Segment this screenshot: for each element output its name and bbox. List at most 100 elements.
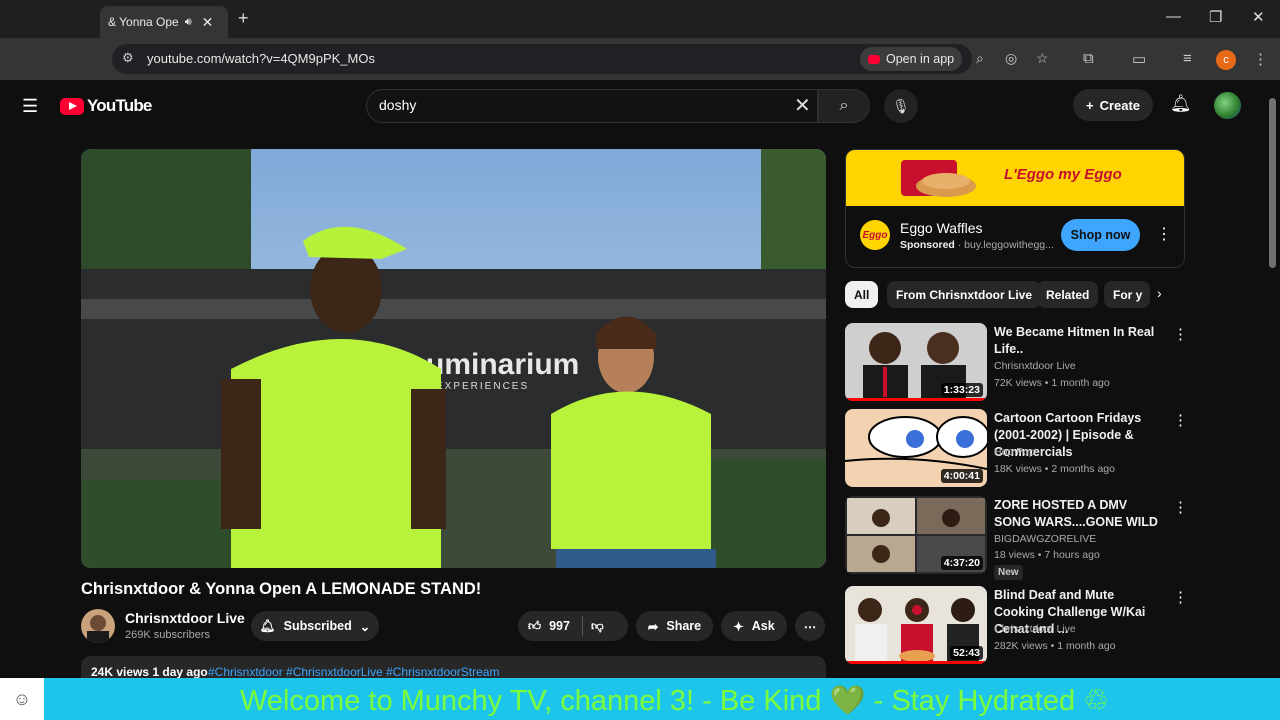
browser-profile-avatar[interactable]: c	[1216, 50, 1236, 70]
browser-tab-bar: & Yonna Ope 🔊︎ ✕ + — ❐ ✕	[0, 0, 1280, 38]
microphone-icon: 🎙︎	[892, 97, 910, 114]
dislike-button[interactable]: 👎︎	[591, 619, 604, 634]
rec-channel[interactable]: Chrisnxtdoor Live	[994, 623, 1076, 635]
share-label: Share	[666, 619, 702, 633]
new-tab-icon[interactable]: +	[238, 8, 249, 29]
thumbs-down-icon: 👎︎	[590, 618, 604, 633]
new-badge: New	[994, 565, 1023, 580]
video-thumbnail[interactable]: 52:43	[845, 586, 987, 664]
youtube-play-icon	[60, 97, 84, 115]
eye-off-icon[interactable]: ◎	[1005, 50, 1017, 67]
duration: 1:33:23	[940, 383, 983, 397]
list-item[interactable]: 4:00:41 Cartoon Cartoon Fridays (2001-20…	[845, 409, 1188, 487]
clear-search-icon[interactable]: ✕	[794, 93, 811, 118]
hydration-icon: ♲	[1083, 685, 1110, 717]
scrollbar-thumb[interactable]	[1269, 98, 1276, 268]
voice-search-button[interactable]: 🎙︎	[884, 89, 918, 123]
chip-related[interactable]: Related	[1037, 281, 1099, 308]
channel-name[interactable]: Chrisnxtdoor Live	[125, 610, 245, 626]
video-thumbnail[interactable]: 1:33:23	[845, 323, 987, 401]
youtube-header: ☰ YouTube ✕ ⌕ 🎙︎ + Create 🔔︎	[0, 80, 1264, 132]
speaker-icon[interactable]: 🔊︎	[185, 16, 192, 29]
share-button[interactable]: ➦ Share	[636, 611, 713, 641]
browser-tab[interactable]: & Yonna Ope 🔊︎ ✕	[100, 6, 228, 38]
watch-progress	[845, 398, 987, 401]
site-info-icon[interactable]: ⚙	[122, 50, 134, 66]
youtube-logo[interactable]: YouTube	[60, 96, 152, 116]
window-close-icon[interactable]: ✕	[1252, 8, 1265, 26]
channel-logo-icon: ☺	[0, 678, 44, 720]
building-sign-sub: EXPERIENCES	[436, 381, 529, 392]
rec-title[interactable]: ZORE HOSTED A DMV SONG WARS....GONE WILD	[994, 497, 1162, 531]
rec-channel[interactable]: Hop Pop	[994, 446, 1035, 458]
notifications-bell-icon[interactable]: 🔔︎	[1170, 94, 1192, 114]
video-thumbnail[interactable]: 4:00:41	[845, 409, 987, 487]
chevron-down-icon: ⌄	[359, 619, 371, 634]
more-vertical-icon[interactable]: ⋮	[1156, 224, 1172, 244]
chevron-right-icon[interactable]: ›	[1157, 285, 1162, 301]
ad-banner[interactable]: L'Eggo my Eggo	[846, 150, 1184, 206]
advertiser-name[interactable]: Eggo Waffles	[900, 220, 983, 236]
list-item[interactable]: 1:33:23 We Became Hitmen In Real Life.. …	[845, 323, 1188, 401]
rec-channel[interactable]: Chrisnxtdoor Live	[994, 360, 1076, 372]
more-vertical-icon[interactable]: ⋮	[1173, 498, 1188, 516]
video-thumbnail[interactable]: 4:37:20	[845, 496, 987, 574]
sponsored-label: Sponsored	[900, 239, 955, 251]
duration: 52:43	[950, 646, 983, 660]
search-input[interactable]	[379, 97, 779, 113]
zoom-icon[interactable]: ⌕	[976, 50, 984, 67]
chip-for-you[interactable]: For y	[1104, 281, 1150, 308]
rec-meta: 282K views • 1 month ago	[994, 640, 1116, 652]
ticker-text: Welcome to Munchy TV, channel 3! - Be Ki…	[240, 683, 1109, 718]
list-item[interactable]: 4:37:20 ZORE HOSTED A DMV SONG WARS....G…	[845, 496, 1188, 580]
search-box[interactable]	[366, 89, 818, 123]
ticker-message: Welcome to Munchy TV, channel 3! - Be Ki…	[240, 685, 1084, 717]
channel-avatar[interactable]	[81, 609, 115, 643]
ask-button[interactable]: ✦ Ask	[721, 611, 787, 641]
create-label: Create	[1099, 97, 1141, 113]
ask-label: Ask	[751, 619, 775, 633]
account-avatar[interactable]	[1214, 92, 1241, 119]
rec-channel[interactable]: BIGDAWGZORELIVE	[994, 533, 1096, 545]
bookmark-star-icon[interactable]: ☆	[1036, 50, 1049, 67]
list-item[interactable]: 52:43 Blind Deaf and Mute Cooking Challe…	[845, 586, 1188, 664]
close-tab-icon[interactable]: ✕	[202, 14, 214, 31]
minimize-icon[interactable]: —	[1166, 8, 1181, 25]
subscribed-button[interactable]: 🔔︎ Subscribed ⌄	[251, 611, 379, 641]
more-actions-button[interactable]: ⋯	[795, 611, 825, 641]
like-count: 997	[549, 619, 570, 633]
share-icon: ➦	[647, 619, 659, 634]
more-vertical-icon[interactable]: ⋮	[1173, 411, 1188, 429]
cast-icon[interactable]: ▭	[1132, 50, 1146, 68]
chip-from-channel[interactable]: From Chrisnxtdoor Live	[887, 281, 1042, 308]
building-sign: uminarium	[426, 348, 579, 381]
chip-all[interactable]: All	[845, 281, 879, 308]
views-and-date: 24K views 1 day ago	[91, 665, 208, 679]
thumbs-up-icon: 👍︎	[528, 618, 542, 633]
youtube-icon	[868, 54, 880, 64]
sparkle-icon: ✦	[733, 619, 744, 634]
browser-menu-icon[interactable]: ⋮	[1253, 50, 1268, 68]
page-scrollbar[interactable]	[1266, 80, 1280, 678]
duration: 4:00:41	[940, 469, 983, 483]
maximize-icon[interactable]: ❐	[1209, 8, 1222, 26]
advertiser-logo[interactable]: Eggo	[860, 220, 890, 250]
menu-icon[interactable]: ☰	[22, 96, 38, 117]
media-controls-icon[interactable]: ≡	[1183, 50, 1192, 67]
url-text[interactable]: youtube.com/watch?v=4QM9pPK_MOs	[147, 51, 375, 66]
rec-title[interactable]: We Became Hitmen In Real Life..	[994, 324, 1162, 358]
shop-now-button[interactable]: Shop now	[1061, 219, 1140, 251]
hashtags[interactable]: #Chrisnxtdoor #ChrisnxtdoorLive #Chrisnx…	[208, 665, 499, 679]
extensions-icon[interactable]: ⧉	[1083, 50, 1094, 67]
open-in-app-button[interactable]: Open in app	[860, 47, 962, 71]
like-button[interactable]: 👍︎ 997	[528, 619, 570, 634]
more-vertical-icon[interactable]: ⋮	[1173, 325, 1188, 343]
video-player[interactable]: uminarium EXPERIENCES	[81, 149, 826, 568]
more-vertical-icon[interactable]: ⋮	[1173, 588, 1188, 606]
search-button[interactable]: ⌕	[818, 89, 870, 123]
rec-meta: 72K views • 1 month ago	[994, 377, 1110, 389]
omnibox[interactable]: ⚙ youtube.com/watch?v=4QM9pPK_MOs Open i…	[112, 44, 1049, 74]
create-button[interactable]: + Create	[1073, 89, 1153, 121]
rec-meta: 18 views • 7 hours ago	[994, 549, 1100, 561]
sponsored-ad[interactable]: L'Eggo my Eggo Eggo Eggo Waffles Sponsor…	[845, 149, 1185, 268]
